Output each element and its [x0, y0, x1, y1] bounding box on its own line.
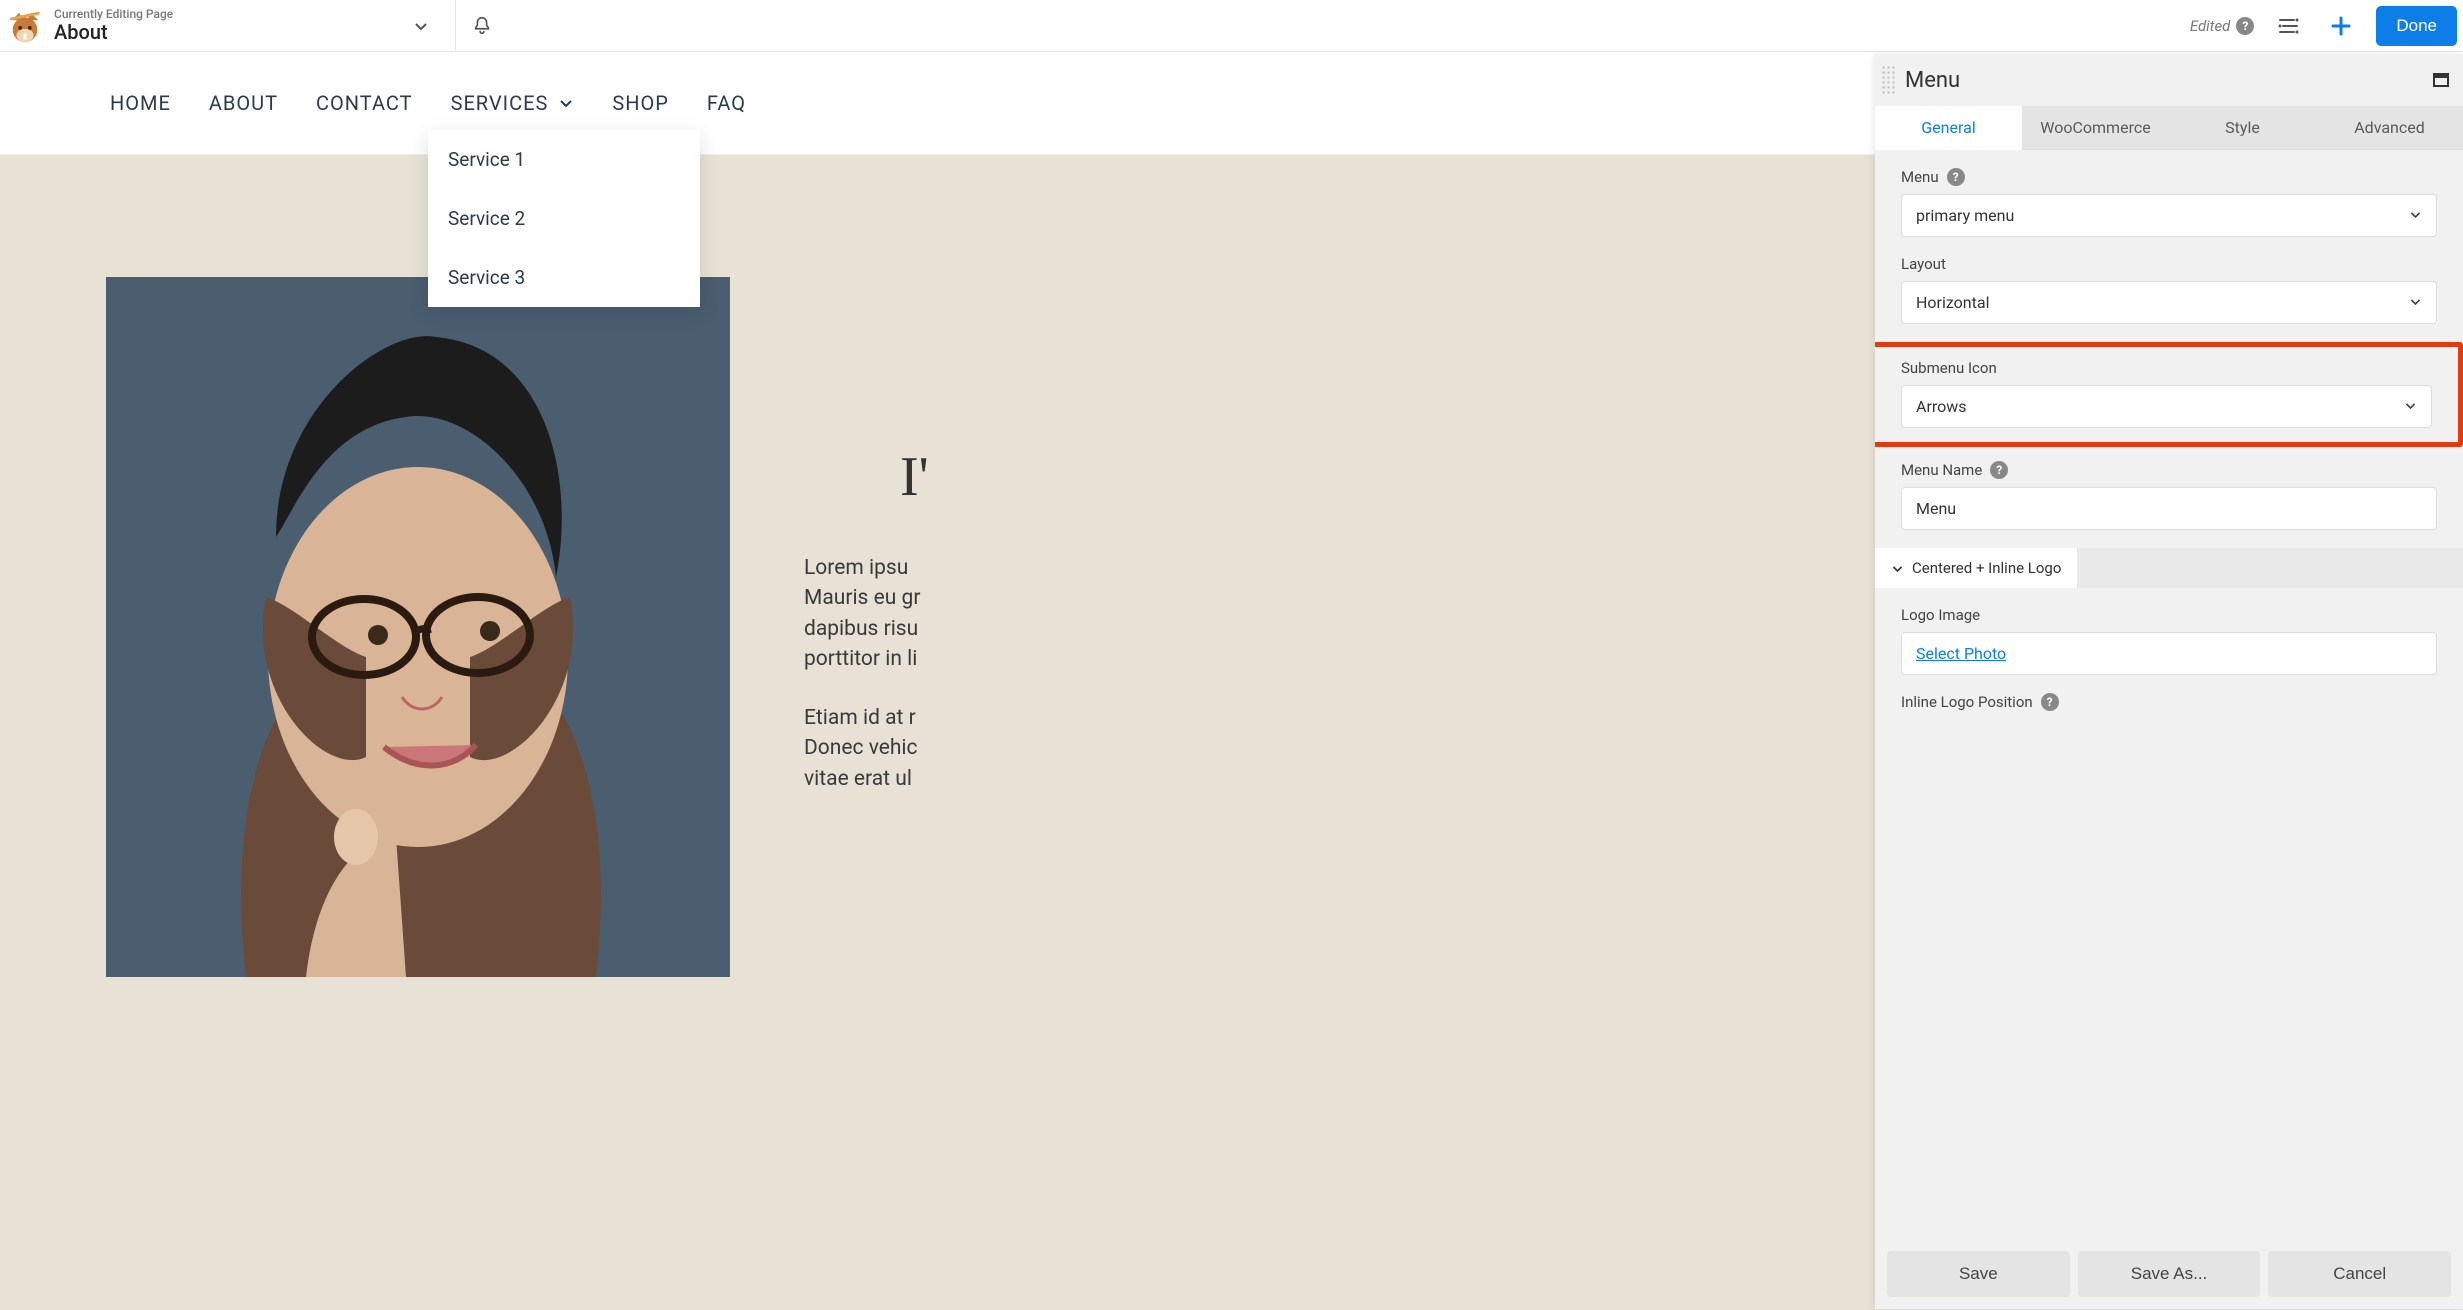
about-photo: [106, 277, 730, 977]
text-line: vitae erat ul: [804, 767, 912, 791]
nav-item-home[interactable]: HOME: [110, 91, 171, 115]
help-icon[interactable]: ?: [1947, 168, 1965, 186]
nav-item-shop[interactable]: SHOP: [612, 91, 669, 115]
text-line: dapibus risu: [804, 617, 918, 641]
paragraph-2: Etiam id at r Donec vehic vitae erat ul: [804, 703, 1224, 794]
chevron-down-icon: [558, 95, 574, 111]
text-line: Donec vehic: [804, 736, 918, 760]
tab-woocommerce[interactable]: WooCommerce: [2022, 106, 2169, 150]
field-inline-logo-position-label: Inline Logo Position: [1901, 693, 2033, 711]
layout-select-value: Horizontal: [1916, 293, 1989, 312]
tab-advanced[interactable]: Advanced: [2316, 106, 2463, 150]
menu-select[interactable]: primary menu: [1901, 194, 2437, 237]
save-as-button[interactable]: Save As...: [2078, 1251, 2261, 1297]
save-button[interactable]: Save: [1887, 1251, 2070, 1297]
text-line: Lorem ipsu: [804, 556, 908, 580]
section-body: Logo Image Select Photo Inline Logo Posi…: [1901, 588, 2437, 711]
field-submenu-icon-label: Submenu Icon: [1901, 359, 1997, 377]
nav-item-about[interactable]: ABOUT: [209, 91, 278, 115]
text-line: Etiam id at r: [804, 706, 916, 730]
menu-name-input[interactable]: Menu: [1901, 487, 2437, 530]
maximize-icon[interactable]: [2433, 73, 2449, 87]
layout-select[interactable]: Horizontal: [1901, 281, 2437, 324]
submenu-item-service-2[interactable]: Service 2: [428, 189, 700, 248]
section-toggle[interactable]: Centered + Inline Logo: [1875, 548, 2077, 588]
paragraph-1: Lorem ipsu Mauris eu gr dapibus risu por…: [804, 553, 1224, 675]
chevron-down-icon: [2409, 293, 2422, 312]
panel-header[interactable]: Menu: [1875, 54, 2463, 106]
topbar: Currently Editing Page About Edited ? Do…: [0, 0, 2463, 52]
menu-select-value: primary menu: [1916, 206, 2014, 225]
nav-item-services-label: SERVICES: [451, 91, 549, 115]
panel-actions: Save Save As... Cancel: [1875, 1239, 2463, 1309]
highlighted-field: Submenu Icon Arrows: [1875, 342, 2463, 447]
done-button[interactable]: Done: [2376, 6, 2457, 46]
help-icon[interactable]: ?: [1990, 461, 2008, 479]
chevron-down-icon: [2409, 206, 2422, 225]
field-logo-image: Logo Image Select Photo: [1901, 606, 2437, 675]
page-switch-dropdown[interactable]: [401, 6, 441, 46]
submenu-item-service-1[interactable]: Service 1: [428, 130, 700, 189]
logo-image-select[interactable]: Select Photo: [1901, 632, 2437, 675]
help-icon[interactable]: ?: [2236, 17, 2254, 35]
app-logo: [4, 5, 46, 47]
submenu-icon-select-value: Arrows: [1916, 397, 1967, 416]
section-label: Centered + Inline Logo: [1912, 559, 2061, 577]
text-line: Mauris eu gr: [804, 586, 920, 610]
field-menu: Menu ? primary menu: [1901, 168, 2437, 237]
field-layout: Layout Horizontal: [1901, 255, 2437, 324]
add-button[interactable]: [2324, 9, 2358, 43]
edited-status: Edited ?: [2190, 17, 2255, 35]
page-info: Currently Editing Page About: [54, 8, 173, 43]
panel-body: Menu ? primary menu Layout Horizontal: [1875, 150, 2463, 1239]
select-photo-link[interactable]: Select Photo: [1916, 644, 2006, 663]
field-submenu-icon: Submenu Icon Arrows: [1901, 359, 2432, 428]
field-logo-image-label: Logo Image: [1901, 606, 1980, 624]
nav-item-faq[interactable]: FAQ: [707, 91, 746, 115]
help-icon[interactable]: ?: [2041, 693, 2059, 711]
text-line: porttitor in li: [804, 647, 917, 671]
field-menu-label: Menu: [1901, 168, 1939, 186]
panel-title: Menu: [1905, 68, 1960, 93]
menu-name-value: Menu: [1916, 499, 1956, 518]
drag-handle-icon[interactable]: [1881, 65, 1895, 95]
notifications-button[interactable]: [456, 0, 508, 52]
topbar-right: Edited ? Done: [2190, 6, 2463, 46]
submenu-item-service-3[interactable]: Service 3: [428, 248, 700, 307]
settings-panel: Menu General WooCommerce Style Advanced …: [1875, 54, 2463, 1309]
nav-item-services[interactable]: SERVICES: [451, 91, 575, 115]
field-menu-name-label: Menu Name: [1901, 461, 1982, 479]
page-title: About: [54, 21, 173, 43]
chevron-down-icon: [2404, 397, 2417, 416]
field-inline-logo-position: Inline Logo Position ?: [1901, 693, 2437, 711]
submenu-icon-select[interactable]: Arrows: [1901, 385, 2432, 428]
section-centered-inline-logo: Centered + Inline Logo: [1875, 548, 2463, 588]
services-submenu: Service 1 Service 2 Service 3: [428, 130, 700, 307]
outline-button[interactable]: [2272, 9, 2306, 43]
edited-label: Edited: [2190, 17, 2231, 35]
heading-fragment: I': [900, 445, 929, 509]
cancel-button[interactable]: Cancel: [2268, 1251, 2451, 1297]
tab-general[interactable]: General: [1875, 106, 2022, 150]
field-layout-label: Layout: [1901, 255, 1946, 273]
chevron-down-icon: [1891, 562, 1904, 575]
tab-style[interactable]: Style: [2169, 106, 2316, 150]
panel-tabs: General WooCommerce Style Advanced: [1875, 106, 2463, 150]
nav-item-contact[interactable]: CONTACT: [316, 91, 413, 115]
field-menu-name: Menu Name ? Menu: [1901, 461, 2437, 530]
topbar-left: Currently Editing Page About: [0, 0, 455, 51]
